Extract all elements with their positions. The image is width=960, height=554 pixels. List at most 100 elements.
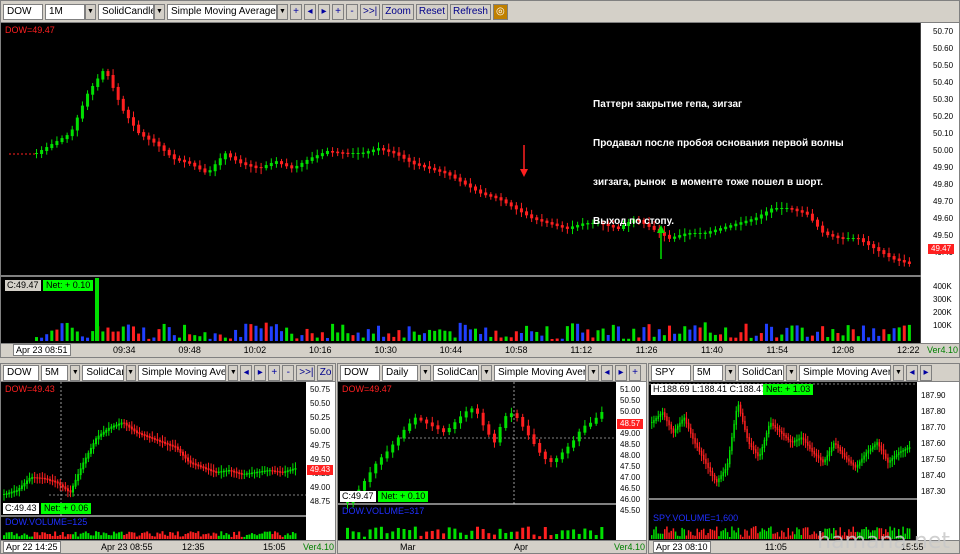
candle-body <box>458 177 462 182</box>
scroll-right-button[interactable]: ▸ <box>318 3 330 20</box>
candle-body <box>666 416 668 422</box>
candle-body <box>707 462 709 468</box>
symbol-selector[interactable]: DOW <box>3 3 43 20</box>
candle-body <box>266 470 269 472</box>
candle-body <box>164 441 167 444</box>
scroll-right-button[interactable]: ▸ <box>615 364 627 381</box>
volume-bar <box>526 526 530 539</box>
sub2-indicator[interactable]: Simple Moving Average <box>494 364 586 381</box>
chevron-down-icon[interactable]: ▼ <box>85 3 96 20</box>
refresh-button[interactable]: Refresh <box>449 3 491 20</box>
volume-bar <box>687 530 690 539</box>
scroll-left-button[interactable]: ◂ <box>240 364 253 381</box>
jump-end-button[interactable]: >>| <box>360 3 381 20</box>
zoom-button[interactable]: Zoom <box>382 3 414 20</box>
volume-bar <box>826 337 830 341</box>
candle-body <box>560 225 564 228</box>
add-indicator-button[interactable]: + <box>290 3 302 20</box>
chevron-down-icon[interactable]: ▼ <box>893 364 904 381</box>
scroll-right-button[interactable]: ▸ <box>920 364 932 381</box>
chart-style-selector[interactable]: SolidCandle ▼ <box>98 3 165 20</box>
volume-bar <box>543 527 547 539</box>
volume-bar <box>586 329 590 341</box>
volume-bar <box>566 530 570 539</box>
candle-body <box>315 155 319 159</box>
sub1-symbol[interactable]: DOW <box>3 364 40 381</box>
volume-bar <box>705 535 707 539</box>
chevron-down-icon[interactable]: ▼ <box>588 364 599 381</box>
volume-bar <box>183 324 187 341</box>
volume-bar <box>700 529 703 539</box>
volume-bar <box>600 527 604 539</box>
volume-bar <box>227 534 230 539</box>
price-axis-label: 47.50 <box>620 462 641 471</box>
zoom-in-button[interactable]: + <box>332 3 344 20</box>
jump-end-button[interactable]: >>| <box>296 364 315 381</box>
sub1-toolbar: DOW 5M ▼ SolidCandle ▼ Simple Moving Ave… <box>1 364 335 382</box>
volume-bar <box>245 534 248 539</box>
sub2-interval[interactable]: Daily <box>382 364 418 381</box>
scroll-right-button[interactable]: ▸ <box>254 364 267 381</box>
volume-bar <box>248 534 251 539</box>
zoom-out-button[interactable]: - <box>346 3 358 20</box>
candle-body <box>572 440 576 448</box>
time-start-label: Apr 23 08:10 <box>653 541 711 553</box>
chevron-down-icon[interactable]: ▼ <box>70 364 81 381</box>
scroll-left-button[interactable]: ◂ <box>906 364 918 381</box>
candle-body <box>830 447 833 453</box>
chevron-down-icon[interactable]: ▼ <box>154 3 165 20</box>
volume-spike <box>95 278 99 341</box>
zoom-button[interactable]: Zo <box>316 364 334 381</box>
sub1-interval[interactable]: 5M <box>41 364 69 381</box>
candle-body <box>705 458 707 464</box>
volume-bar <box>141 532 144 539</box>
chevron-down-icon[interactable]: ▼ <box>725 364 736 381</box>
chevron-down-icon[interactable]: ▼ <box>228 364 239 381</box>
zoom-out-button[interactable]: - <box>282 364 295 381</box>
sub3-symbol[interactable]: SPY <box>651 364 691 381</box>
zoom-in-button[interactable]: + <box>268 364 281 381</box>
sub3-interval[interactable]: 5M <box>693 364 723 381</box>
indicator-selector[interactable]: Simple Moving Average ▼ <box>167 3 288 20</box>
candle-body <box>110 426 113 429</box>
scroll-left-button[interactable]: ◂ <box>601 364 613 381</box>
scroll-left-button[interactable]: ◂ <box>304 3 316 20</box>
candle-body <box>240 473 243 475</box>
sub2-price-chart[interactable] <box>338 382 646 540</box>
candle-body <box>28 477 31 482</box>
volume-axis-label: 300K <box>933 295 952 304</box>
reset-button[interactable]: Reset <box>415 3 448 20</box>
candle-body <box>141 433 144 436</box>
volume-bar <box>708 332 712 341</box>
chevron-down-icon[interactable]: ▼ <box>481 364 492 381</box>
interval-selector[interactable]: 1M ▼ <box>45 3 96 20</box>
candle-body <box>183 159 187 163</box>
candle-body <box>189 460 192 464</box>
sub1-style[interactable]: SolidCandle <box>82 364 124 381</box>
candle-body <box>245 473 248 475</box>
volume-bar <box>673 333 677 341</box>
chevron-down-icon[interactable]: ▼ <box>125 364 136 381</box>
sub2-symbol[interactable]: DOW <box>340 364 380 381</box>
volume-bar <box>259 328 263 341</box>
chevron-down-icon[interactable]: ▼ <box>420 364 431 381</box>
chevron-down-icon[interactable]: ▼ <box>277 3 288 20</box>
candle-body <box>213 164 217 172</box>
candle-body <box>95 438 98 445</box>
volume-bar <box>877 335 881 341</box>
volume-bar <box>66 534 69 539</box>
zoom-in-button[interactable]: + <box>629 364 641 381</box>
volume-bar <box>169 532 172 539</box>
chevron-down-icon[interactable]: ▼ <box>786 364 797 381</box>
sub1-indicator[interactable]: Simple Moving Average <box>137 364 227 381</box>
sub3-style[interactable]: SolidCandle <box>738 364 784 381</box>
candle-body <box>92 443 95 449</box>
candle-body <box>243 473 246 475</box>
candle-body <box>197 464 200 467</box>
sub3-indicator[interactable]: Simple Moving Average <box>799 364 891 381</box>
candle-body <box>696 442 698 448</box>
settings-icon[interactable]: ◎ <box>492 3 508 20</box>
volume-bar <box>8 532 11 539</box>
volume-bar <box>737 527 740 539</box>
sub2-style[interactable]: SolidCandle <box>433 364 479 381</box>
